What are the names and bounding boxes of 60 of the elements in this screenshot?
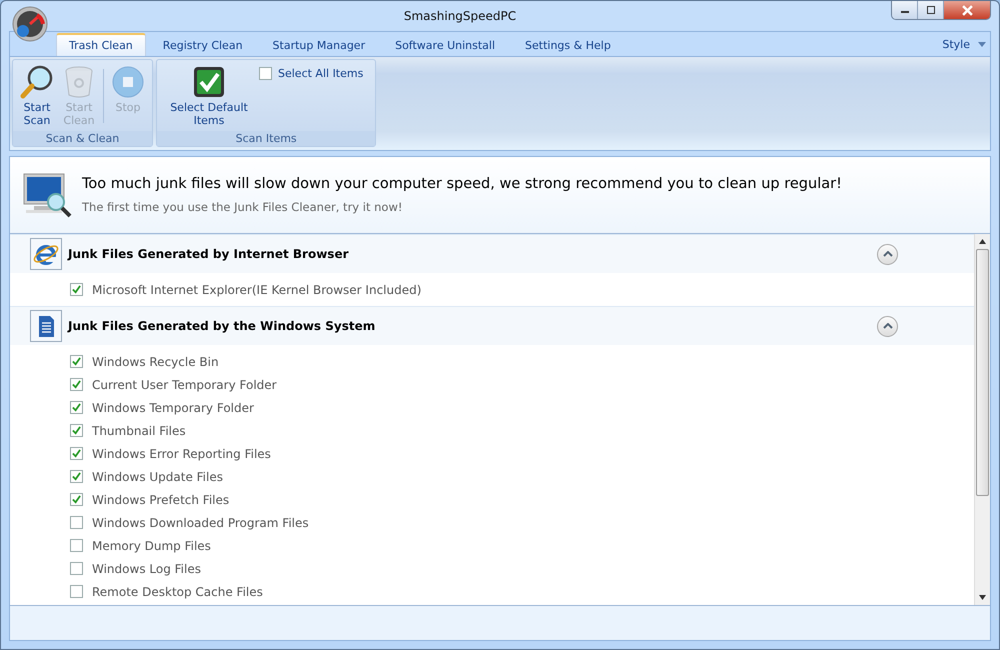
checkbox[interactable] bbox=[70, 493, 83, 506]
close-icon bbox=[962, 4, 972, 16]
tab[interactable]: Trash Clean bbox=[56, 33, 146, 56]
checkbox[interactable] bbox=[70, 424, 83, 437]
collapse-button[interactable] bbox=[877, 316, 898, 336]
checkbox-label[interactable]: Current User Temporary Folder bbox=[92, 378, 277, 392]
monitor-search-icon bbox=[22, 172, 72, 218]
browser-icon bbox=[30, 238, 62, 270]
tab[interactable]: Startup Manager bbox=[260, 33, 378, 56]
checkbox-label[interactable]: Windows Temporary Folder bbox=[92, 400, 254, 414]
window-title: SmashingSpeedPC bbox=[402, 9, 518, 23]
checkbox[interactable] bbox=[70, 585, 83, 598]
checkbox[interactable] bbox=[70, 283, 83, 296]
checkbox[interactable] bbox=[70, 516, 83, 529]
checkbox[interactable] bbox=[70, 470, 83, 483]
checkbox-label[interactable]: Remote Desktop Cache Files bbox=[92, 584, 263, 598]
tab[interactable]: Software Uninstall bbox=[382, 33, 508, 56]
stop-icon bbox=[111, 65, 145, 99]
checkbox[interactable] bbox=[70, 378, 83, 391]
checkbox[interactable] bbox=[70, 355, 83, 368]
checkbox-label[interactable]: Thumbnail Files bbox=[92, 424, 186, 438]
collapse-button[interactable] bbox=[877, 244, 898, 264]
checkbox[interactable] bbox=[70, 401, 83, 414]
tab[interactable]: Settings & Help bbox=[512, 33, 624, 56]
checkbox-label[interactable]: Microsoft Internet Explorer(IE Kernel Browser Included) bbox=[92, 282, 422, 296]
document-icon bbox=[30, 310, 62, 342]
tab[interactable]: Registry Clean bbox=[150, 33, 256, 56]
checkbox-label[interactable]: Windows Error Reporting Files bbox=[92, 446, 271, 460]
group-label: Scan Items bbox=[157, 131, 376, 146]
ribbon-button[interactable]: Start Scan bbox=[17, 63, 57, 129]
minimize-button[interactable] bbox=[892, 1, 918, 19]
checkbox[interactable] bbox=[70, 539, 83, 552]
caret-icon bbox=[978, 42, 986, 46]
ribbon-button[interactable]: Select Default Items bbox=[161, 63, 257, 129]
checkbox-label[interactable]: Windows Prefetch Files bbox=[92, 492, 230, 506]
section-header[interactable]: Junk Files Generated by Internet Browser bbox=[10, 234, 974, 273]
checkbox-label[interactable]: Memory Dump Files bbox=[92, 538, 211, 552]
checkbox-label[interactable]: Windows Recycle Bin bbox=[92, 354, 219, 368]
chevron-up-icon bbox=[882, 323, 892, 329]
checkbox[interactable] bbox=[70, 562, 83, 575]
checkbox-label[interactable]: Windows Log Files bbox=[92, 562, 201, 576]
group-label: Scan & Clean bbox=[13, 131, 152, 146]
chevron-up-icon bbox=[882, 251, 892, 257]
banner-subtext: The first time you use the Junk Files Cleaner, try it now! bbox=[82, 200, 404, 214]
checkbox-label[interactable]: Select All Items bbox=[278, 67, 364, 80]
checkbox-label[interactable]: Windows Update Files bbox=[92, 470, 223, 484]
section-header[interactable]: Junk Files Generated by the Windows System bbox=[10, 306, 974, 345]
section-title: Junk Files Generated by the Windows System bbox=[68, 319, 376, 333]
checkmark-icon bbox=[192, 65, 226, 99]
magnifier-icon bbox=[20, 65, 54, 99]
section-title: Junk Files Generated by Internet Browser bbox=[68, 247, 350, 261]
maximize-button[interactable] bbox=[918, 1, 944, 19]
maximize-icon bbox=[926, 5, 936, 15]
scrollbar[interactable] bbox=[974, 234, 990, 605]
checkbox[interactable] bbox=[259, 67, 272, 80]
checkbox-label[interactable]: Windows Downloaded Program Files bbox=[92, 516, 309, 530]
checkbox[interactable] bbox=[70, 447, 83, 460]
style-menu[interactable]: Style bbox=[938, 38, 990, 50]
banner-headline: Too much junk files will slow down your computer speed, we strong recommend you to clean up regular! bbox=[82, 176, 842, 192]
close-button[interactable] bbox=[944, 1, 990, 19]
